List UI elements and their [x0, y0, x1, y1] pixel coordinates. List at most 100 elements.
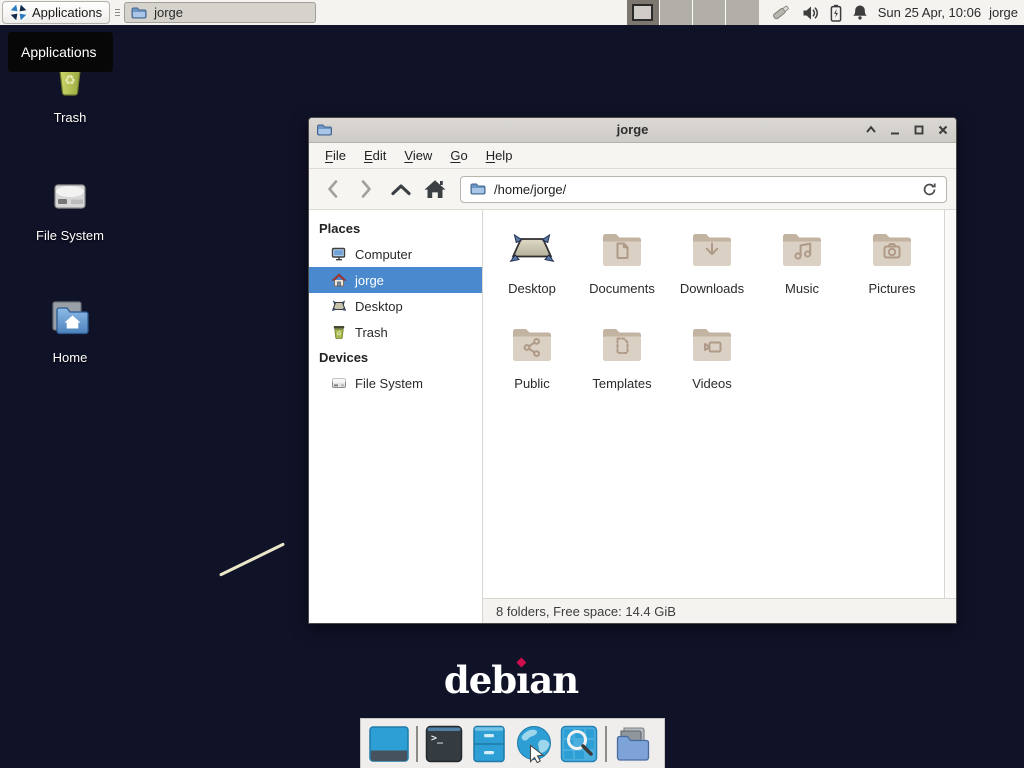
- close-button[interactable]: [936, 124, 949, 137]
- folder-item-desktop[interactable]: Desktop: [487, 222, 577, 317]
- menu-bar: FileEditViewGoHelp: [309, 143, 956, 169]
- window-titlebar[interactable]: jorge: [309, 118, 956, 143]
- document-folder-icon: [598, 222, 646, 274]
- dock-show-desktop-button[interactable]: [369, 725, 409, 763]
- applications-tooltip: Applications: [8, 32, 113, 72]
- folder-item-templates[interactable]: Templates: [577, 317, 667, 412]
- folder-item-downloads[interactable]: Downloads: [667, 222, 757, 317]
- file-grid: Desktop Documents Downloads Music Pictur…: [483, 210, 944, 598]
- folder-item-label: Music: [785, 281, 819, 296]
- file-cabinet-icon: [470, 725, 508, 763]
- window-title: jorge: [309, 118, 956, 142]
- up-button[interactable]: [386, 175, 415, 203]
- dock-file-folder-button[interactable]: [614, 725, 652, 763]
- trash-mini-icon: ♻: [331, 324, 347, 340]
- panel-user-menu[interactable]: jorge: [989, 5, 1018, 20]
- menu-go[interactable]: Go: [441, 148, 476, 163]
- forward-button[interactable]: [352, 175, 381, 203]
- path-bar[interactable]: /home/jorge/: [460, 176, 947, 203]
- window-folder-icon: [316, 122, 333, 138]
- applications-menu-button[interactable]: Applications: [2, 1, 110, 24]
- workspace-1[interactable]: [627, 0, 660, 25]
- sidebar-item-computer[interactable]: Computer: [309, 241, 482, 267]
- menu-edit[interactable]: Edit: [355, 148, 395, 163]
- desktop-icon-home[interactable]: Home: [24, 292, 116, 365]
- panel-clock[interactable]: Sun 25 Apr, 10:06: [878, 5, 981, 20]
- sidebar-item-desktop[interactable]: Desktop: [309, 293, 482, 319]
- file-folder-icon: [614, 725, 652, 763]
- battery-icon[interactable]: [830, 4, 842, 22]
- folder-item-label: Desktop: [508, 281, 556, 296]
- folder-item-label: Public: [514, 376, 549, 391]
- show-desktop-icon: [369, 725, 409, 763]
- folder-item-label: Pictures: [869, 281, 916, 296]
- folder-item-label: Downloads: [680, 281, 744, 296]
- menu-view[interactable]: View: [395, 148, 441, 163]
- hard-drive-icon: [46, 170, 94, 218]
- menu-file[interactable]: File: [316, 148, 355, 163]
- notification-bell-icon[interactable]: [852, 4, 868, 21]
- panel-drag-handle[interactable]: [113, 4, 121, 22]
- desktop-icon-label: Trash: [24, 110, 116, 125]
- folder-item-videos[interactable]: Videos: [667, 317, 757, 412]
- sidebar-item-file-system[interactable]: File System: [309, 370, 482, 396]
- desktop-pad-folder-icon: [508, 222, 556, 274]
- minimize-button[interactable]: [888, 124, 901, 137]
- file-manager-window: jorge FileEditViewGoHelp: [308, 117, 957, 624]
- workspace-2[interactable]: [660, 0, 693, 25]
- vertical-scrollbar[interactable]: [944, 210, 956, 598]
- shade-button[interactable]: [864, 124, 877, 137]
- folder-item-documents[interactable]: Documents: [577, 222, 667, 317]
- dock-file-cabinet-button[interactable]: [470, 725, 508, 763]
- sidebar-item-label: File System: [355, 376, 423, 391]
- desktop-icon-file-system[interactable]: File System: [24, 170, 116, 243]
- applications-menu-label: Applications: [32, 5, 102, 20]
- dock-terminal-button[interactable]: >_: [425, 725, 463, 763]
- sidebar-item-label: Desktop: [355, 299, 403, 314]
- dock-app-finder-button[interactable]: [560, 725, 598, 763]
- folder-item-music[interactable]: Music: [757, 222, 847, 317]
- workspace-switcher[interactable]: [627, 0, 759, 25]
- folder-item-label: Videos: [692, 376, 732, 391]
- workspace-3[interactable]: [693, 0, 726, 25]
- desktop-icon-label: File System: [24, 228, 116, 243]
- svg-text:♻: ♻: [336, 331, 341, 338]
- sidebar-item-label: Computer: [355, 247, 412, 262]
- web-browser-icon: [515, 725, 553, 763]
- reload-icon[interactable]: [922, 182, 937, 197]
- home-red-icon: [331, 272, 347, 288]
- workspace-4[interactable]: [726, 0, 759, 25]
- menu-help[interactable]: Help: [477, 148, 522, 163]
- folder-item-label: Documents: [589, 281, 655, 296]
- volume-icon[interactable]: [802, 5, 820, 21]
- toolbar: /home/jorge/: [309, 169, 956, 210]
- dock-web-browser-button[interactable]: [515, 725, 553, 763]
- video-folder-icon: [688, 317, 736, 369]
- maximize-button[interactable]: [912, 124, 925, 137]
- tooltip-text: Applications: [21, 44, 97, 60]
- svg-text:>_: >_: [431, 733, 444, 744]
- back-button[interactable]: [318, 175, 347, 203]
- device-plug-icon[interactable]: [771, 3, 792, 22]
- folder-item-public[interactable]: Public: [487, 317, 577, 412]
- sidebar-header-devices: Devices: [309, 345, 482, 370]
- path-folder-icon: [470, 181, 486, 197]
- download-folder-icon: [688, 222, 736, 274]
- dock-separator: [416, 726, 418, 762]
- taskbar-window-button[interactable]: jorge: [124, 2, 316, 23]
- taskbar-window-label: jorge: [154, 5, 183, 20]
- app-finder-icon: [560, 725, 598, 763]
- home-folder-icon: [45, 292, 95, 340]
- path-input[interactable]: /home/jorge/: [494, 182, 566, 197]
- dock: >_: [360, 718, 665, 768]
- folder-item-pictures[interactable]: Pictures: [847, 222, 937, 317]
- sidebar-header-places: Places: [309, 216, 482, 241]
- sidebar-item-trash[interactable]: ♻ Trash: [309, 319, 482, 345]
- home-button[interactable]: [420, 175, 449, 203]
- dock-separator: [605, 726, 607, 762]
- sidebar-item-jorge[interactable]: jorge: [309, 267, 482, 293]
- desktop-mini-icon: [331, 298, 347, 314]
- workspace-window-preview: [632, 4, 653, 21]
- xfce-pinwheel-icon: [10, 4, 27, 21]
- terminal-icon: >_: [425, 725, 463, 763]
